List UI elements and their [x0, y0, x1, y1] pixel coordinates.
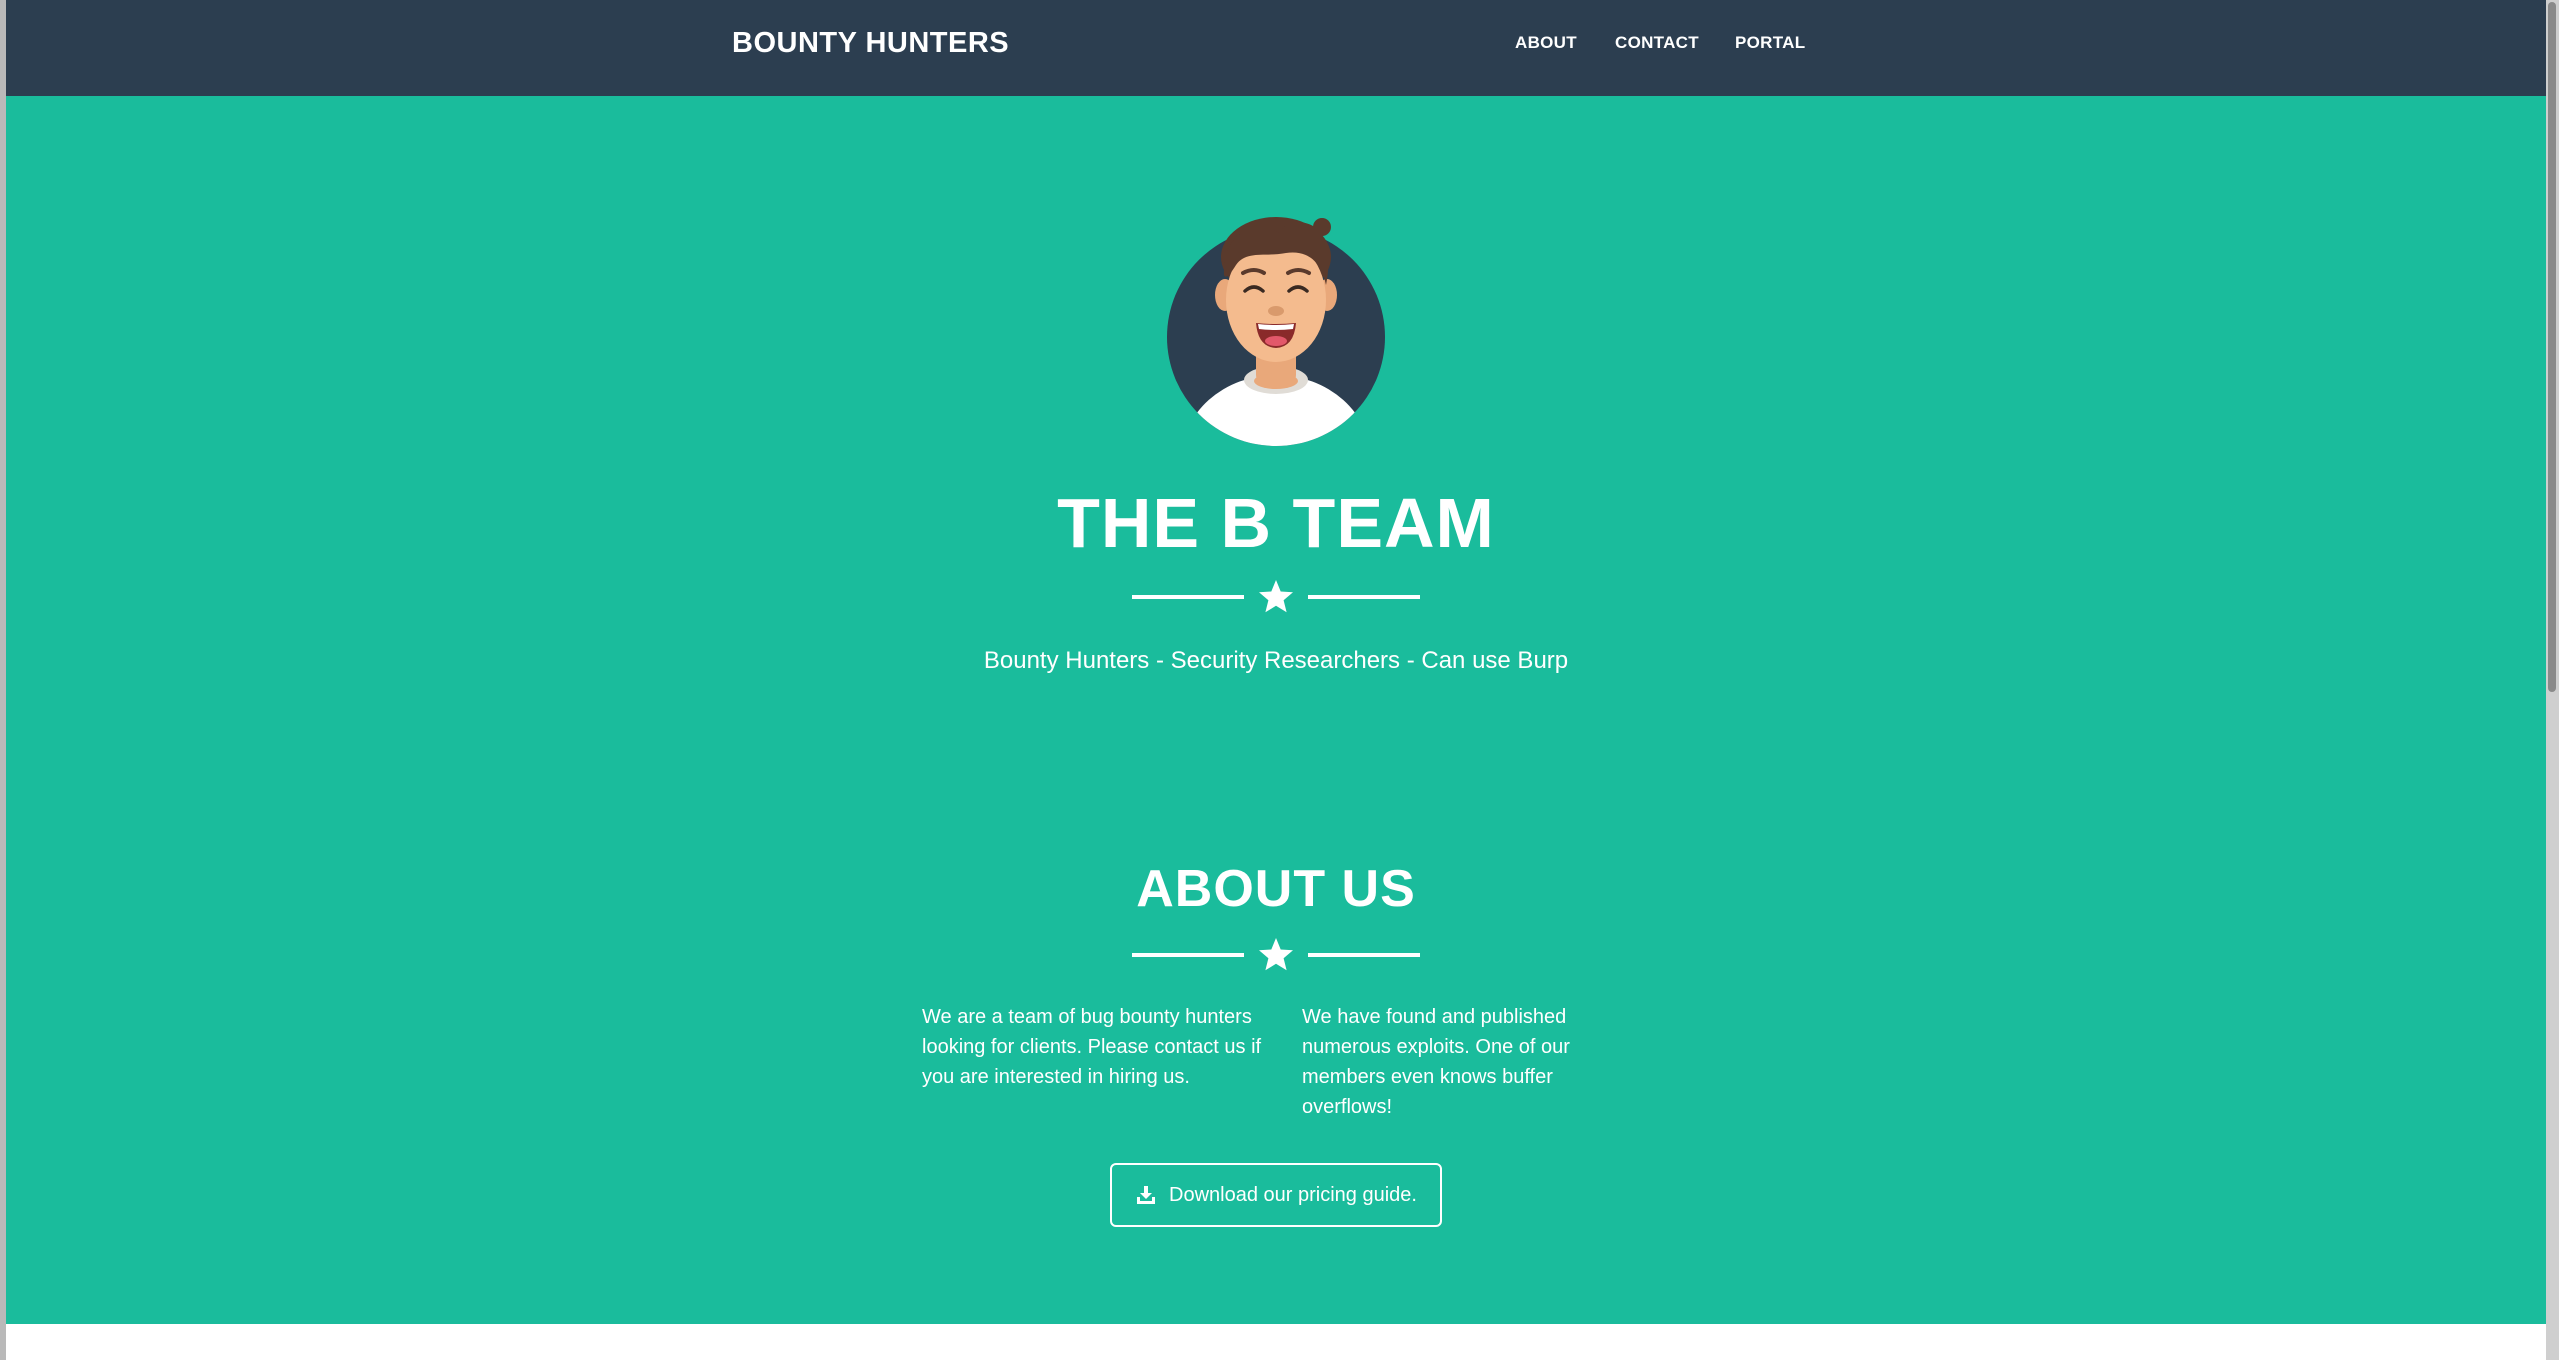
nav-link-portal[interactable]: PORTAL [1735, 33, 1805, 53]
download-icon [1137, 1186, 1156, 1204]
star-divider-about [1132, 938, 1420, 971]
hero-title: THE B TEAM [1057, 484, 1495, 562]
about-title: ABOUT US [1136, 860, 1416, 918]
nav-link-about[interactable]: ABOUT [1515, 33, 1577, 53]
star-icon [1259, 580, 1293, 613]
star-divider [1132, 580, 1420, 613]
navbar: BOUNTY HUNTERS ABOUT CONTACT PORTAL [6, 0, 2546, 96]
star-icon [1259, 938, 1293, 971]
download-pricing-button[interactable]: Download our pricing guide. [1110, 1163, 1442, 1227]
brand-link[interactable]: BOUNTY HUNTERS [732, 27, 1009, 60]
browser-viewport: BOUNTY HUNTERS ABOUT CONTACT PORTAL THE … [6, 0, 2546, 1360]
download-button-label: Download our pricing guide. [1169, 1183, 1417, 1206]
scrollbar-thumb[interactable] [2548, 2, 2556, 692]
avatar-icon [1167, 217, 1385, 446]
about-text-left: We are a team of bug bounty hunters look… [922, 1006, 1262, 1088]
hero-subtitle: Bounty Hunters - Security Researchers - … [983, 647, 1569, 674]
nav-link-contact[interactable]: CONTACT [1615, 33, 1699, 53]
about-text-right: We have found and published numerous exp… [1302, 1006, 1570, 1118]
